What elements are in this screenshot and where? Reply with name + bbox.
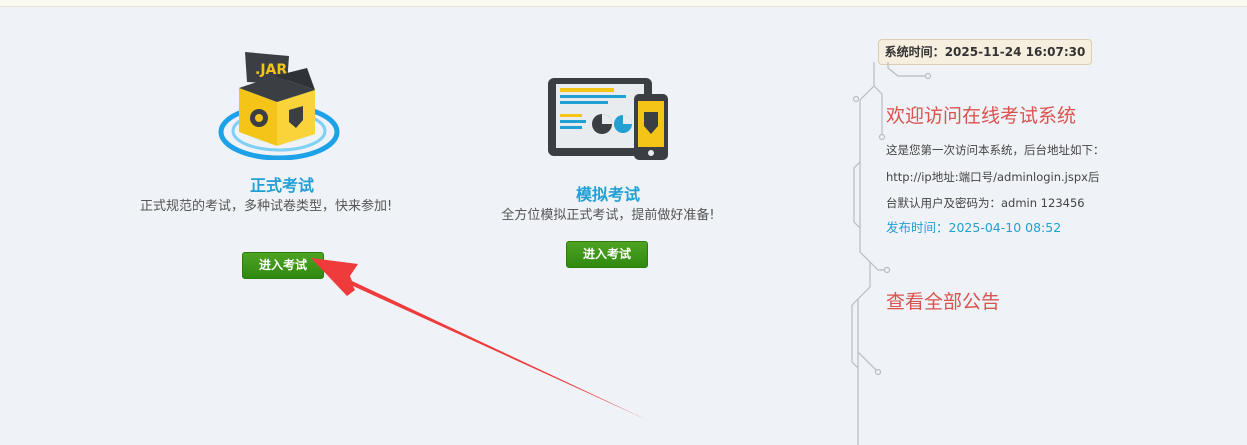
mock-exam-card: 模拟考试 全方位模拟正式考试，提前做好准备! 进入考试 — [486, 74, 730, 268]
formal-exam-title: 正式考试 — [249, 176, 314, 195]
formal-exam-card: .JAR 正式考试 正式规范的考试，多种试卷类型，快来参加! 进入考试 — [140, 48, 424, 279]
view-all-notices-link[interactable]: 查看全部公告 — [886, 287, 1000, 314]
notice-panel: 欢迎访问在线考试系统 这是您第一次访问本系统，后台地址如下：http://ip地… — [886, 103, 1106, 237]
notice-title[interactable]: 欢迎访问在线考试系统 — [886, 103, 1106, 129]
notice-date-value: 2025-04-10 08:52 — [948, 219, 1062, 235]
system-time-value: 2025-11-24 16:07:30 — [944, 45, 1086, 59]
mock-exam-title: 模拟考试 — [575, 185, 640, 204]
mock-enter-exam-button[interactable]: 进入考试 — [566, 241, 648, 268]
mock-exam-description: 全方位模拟正式考试，提前做好准备! — [501, 208, 715, 223]
jar-box-icon: .JAR — [218, 52, 340, 160]
notice-date-label: 发布时间： — [886, 219, 949, 235]
top-bar — [0, 0, 1247, 7]
formal-exam-description: 正式规范的考试，多种试卷类型，快来参加! — [140, 199, 393, 214]
tablet-phone-icon — [548, 78, 668, 160]
notice-body: 这是您第一次访问本系统，后台地址如下：http://ip地址:端口号/admin… — [886, 143, 1105, 210]
system-time-label: 系统时间： — [884, 45, 945, 59]
formal-enter-exam-button[interactable]: 进入考试 — [242, 252, 324, 279]
notice-date: 发布时间：2025-04-10 08:52 — [886, 219, 1106, 237]
